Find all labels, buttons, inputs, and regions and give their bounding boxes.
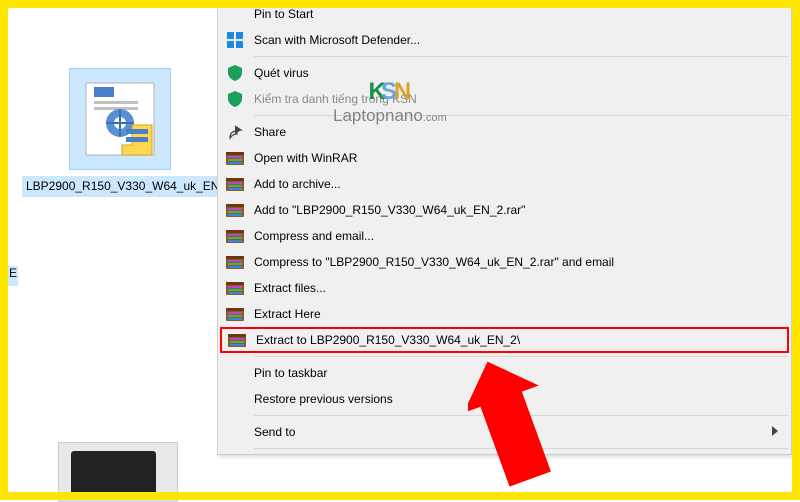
winrar-icon xyxy=(226,330,248,350)
winrar-icon xyxy=(224,304,246,324)
shield-green-icon xyxy=(224,89,246,109)
menu-label: Extract Here xyxy=(254,307,781,321)
archive-file-icon xyxy=(74,73,166,165)
winrar-icon xyxy=(224,252,246,272)
winrar-icon xyxy=(224,278,246,298)
menu-separator xyxy=(254,415,788,416)
menu-send-to[interactable]: Send to xyxy=(220,419,789,445)
thumbnail-below xyxy=(58,442,178,502)
blank-icon xyxy=(224,363,246,383)
blank-icon xyxy=(224,389,246,409)
menu-pin-to-start[interactable]: Pin to Start xyxy=(220,1,789,27)
menu-label: Compress and email... xyxy=(254,229,781,243)
menu-separator xyxy=(254,448,788,449)
menu-extract-files[interactable]: Extract files... xyxy=(220,275,789,301)
desktop-area: E LBP2900_R150_V330_W64_uk_EN_2 xyxy=(8,8,792,492)
adjacent-file-fragment: E xyxy=(8,266,18,286)
menu-label: Pin to Start xyxy=(254,7,781,21)
menu-label: Compress to "LBP2900_R150_V330_W64_uk_EN… xyxy=(254,255,781,269)
menu-compress-named-email[interactable]: Compress to "LBP2900_R150_V330_W64_uk_EN… xyxy=(220,249,789,275)
menu-label: Extract files... xyxy=(254,281,781,295)
winrar-icon xyxy=(224,148,246,168)
context-menu: Pin to Start Scan with Microsoft Defende… xyxy=(217,0,792,455)
menu-label: Kiểm tra danh tiếng trong KSN xyxy=(254,92,781,106)
file-label: LBP2900_R150_V330_W64_uk_EN_2 xyxy=(22,176,237,197)
file-item-selected[interactable]: LBP2900_R150_V330_W64_uk_EN_2 xyxy=(22,68,217,197)
menu-separator xyxy=(254,115,788,116)
menu-extract-to-folder[interactable]: Extract to LBP2900_R150_V330_W64_uk_EN_2… xyxy=(220,327,789,353)
menu-compress-email[interactable]: Compress and email... xyxy=(220,223,789,249)
menu-separator xyxy=(254,56,788,57)
menu-add-to-named-rar[interactable]: Add to "LBP2900_R150_V330_W64_uk_EN_2.ra… xyxy=(220,197,789,223)
menu-label: Add to archive... xyxy=(254,177,781,191)
menu-scan-virus[interactable]: Quét virus xyxy=(220,60,789,86)
winrar-icon xyxy=(224,200,246,220)
pin-icon xyxy=(224,4,246,24)
menu-label: Send to xyxy=(254,425,771,439)
menu-label: Share xyxy=(254,125,781,139)
menu-restore-versions[interactable]: Restore previous versions xyxy=(220,386,789,412)
menu-label: Extract to LBP2900_R150_V330_W64_uk_EN_2… xyxy=(256,333,779,347)
menu-open-winrar[interactable]: Open with WinRAR xyxy=(220,145,789,171)
menu-share[interactable]: Share xyxy=(220,119,789,145)
defender-icon xyxy=(224,30,246,50)
menu-scan-defender[interactable]: Scan with Microsoft Defender... xyxy=(220,27,789,53)
submenu-arrow-icon xyxy=(771,425,781,439)
menu-extract-here[interactable]: Extract Here xyxy=(220,301,789,327)
menu-label: Open with WinRAR xyxy=(254,151,781,165)
winrar-icon xyxy=(224,174,246,194)
menu-check-reputation[interactable]: Kiểm tra danh tiếng trong KSN xyxy=(220,86,789,112)
menu-label: Pin to taskbar xyxy=(254,366,781,380)
blank-icon xyxy=(224,422,246,442)
winrar-icon xyxy=(224,226,246,246)
menu-label: Add to "LBP2900_R150_V330_W64_uk_EN_2.ra… xyxy=(254,203,781,217)
menu-separator xyxy=(254,356,788,357)
menu-add-archive[interactable]: Add to archive... xyxy=(220,171,789,197)
menu-pin-taskbar[interactable]: Pin to taskbar xyxy=(220,360,789,386)
shield-green-icon xyxy=(224,63,246,83)
menu-label: Quét virus xyxy=(254,66,781,80)
share-icon xyxy=(224,122,246,142)
menu-label: Scan with Microsoft Defender... xyxy=(254,33,781,47)
menu-label: Restore previous versions xyxy=(254,392,781,406)
